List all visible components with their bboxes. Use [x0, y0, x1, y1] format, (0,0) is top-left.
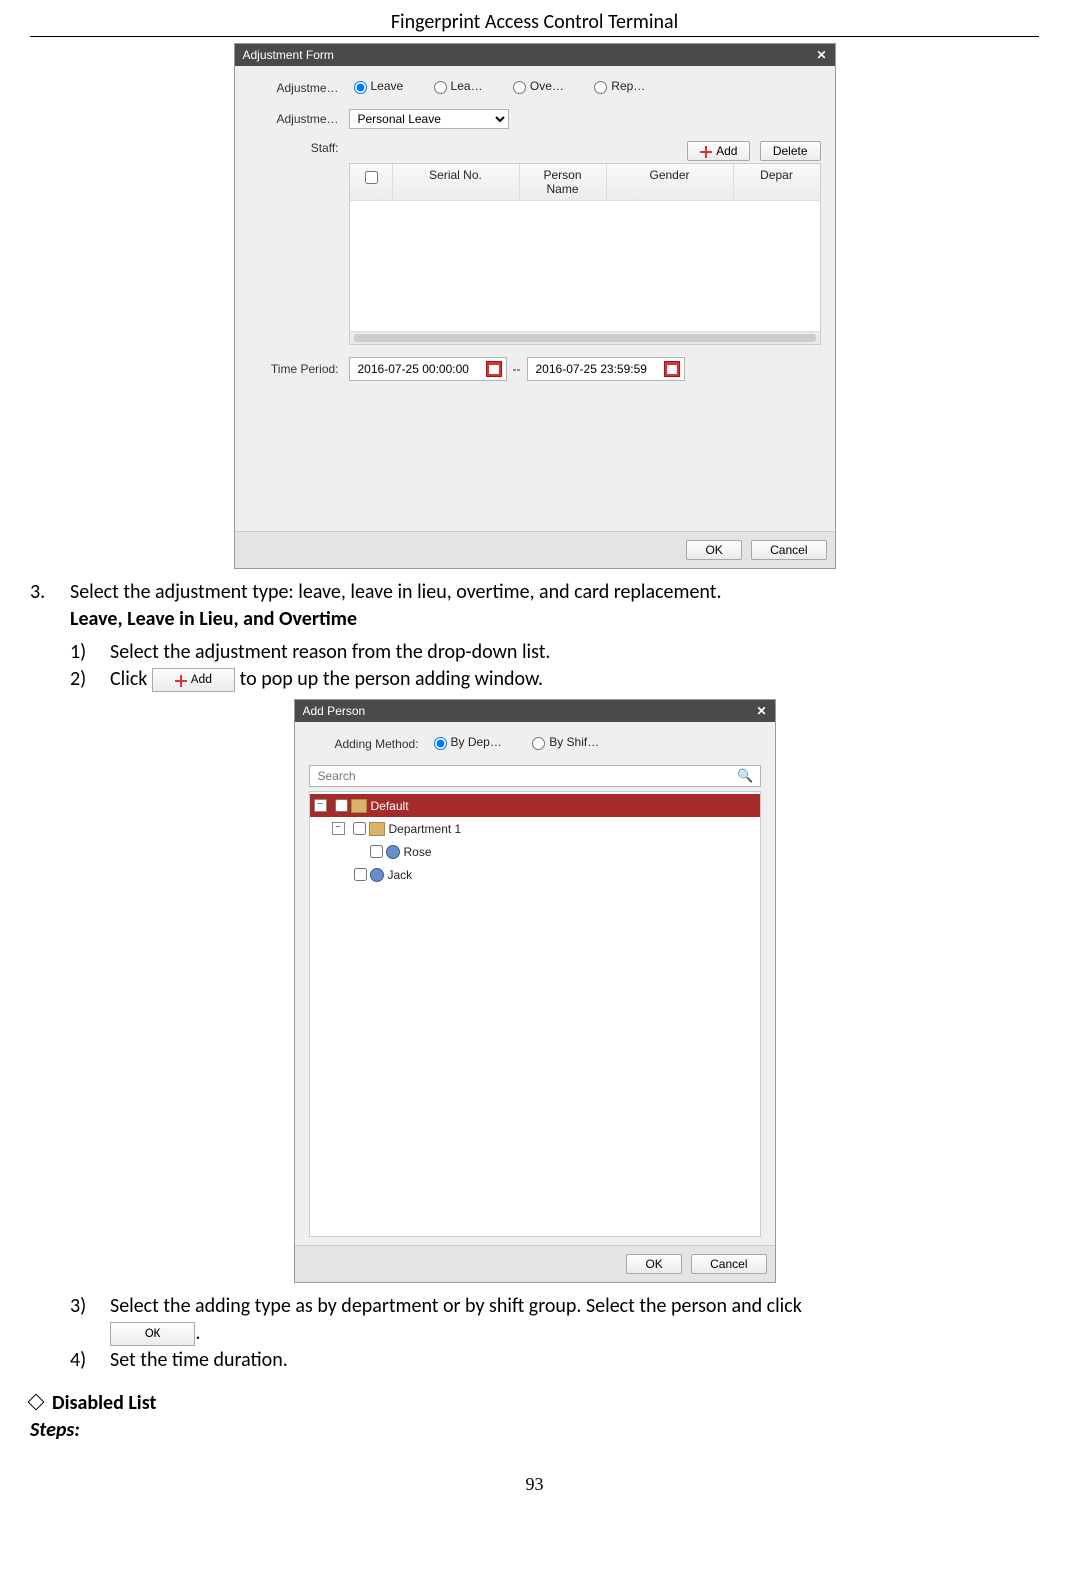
- select-all-checkbox[interactable]: [365, 171, 378, 184]
- time-to-field[interactable]: [527, 357, 685, 381]
- checkbox[interactable]: [370, 845, 383, 858]
- dialog-titlebar: Add Person ✕: [295, 700, 775, 722]
- calendar-icon[interactable]: [486, 361, 502, 377]
- radio-by-dept-input[interactable]: [434, 737, 447, 750]
- reason-dropdown[interactable]: Personal Leave: [349, 109, 509, 129]
- add-button[interactable]: Add: [687, 141, 750, 161]
- page-number: 93: [30, 1474, 1039, 1495]
- tree-node-person[interactable]: Rose: [310, 840, 760, 863]
- radio-by-dept[interactable]: By Dep…: [429, 734, 502, 750]
- radio-lea-input[interactable]: [434, 81, 447, 94]
- tree-node-person[interactable]: Jack: [310, 863, 760, 886]
- dialog-title-text: Add Person: [303, 704, 366, 718]
- diamond-bullet-icon: [28, 1394, 45, 1411]
- delete-button[interactable]: Delete: [760, 141, 821, 161]
- person-tree[interactable]: − Default − Department 1 Rose: [309, 791, 761, 1237]
- add-person-dialog: Add Person ✕ Adding Method: By Dep… By S…: [294, 699, 776, 1283]
- close-icon[interactable]: ✕: [816, 48, 826, 62]
- steps-label: Steps:: [30, 1417, 1039, 1444]
- radio-lea[interactable]: Lea…: [429, 78, 483, 94]
- close-icon[interactable]: ✕: [756, 704, 766, 718]
- radio-rep-input[interactable]: [594, 81, 607, 94]
- subheading: Leave, Leave in Lieu, and Overtime: [70, 607, 357, 631]
- radio-rep[interactable]: Rep…: [589, 78, 645, 94]
- staff-grid: Serial No. Person Name Gender Depar: [349, 163, 821, 345]
- collapse-icon[interactable]: −: [332, 822, 345, 835]
- folder-icon: [369, 822, 385, 836]
- radio-ove[interactable]: Ove…: [508, 78, 564, 94]
- step-3: Select the adjustment type: leave, leave…: [30, 579, 1039, 693]
- col-serial: Serial No.: [393, 164, 520, 200]
- inline-add-button: Add: [152, 668, 235, 692]
- search-icon: 🔍: [737, 768, 753, 784]
- radio-by-shift-input[interactable]: [532, 737, 545, 750]
- tree-node-default[interactable]: − Default: [310, 794, 760, 817]
- dialog-title-text: Adjustment Form: [243, 48, 334, 62]
- radio-ove-input[interactable]: [513, 81, 526, 94]
- page-title: Fingerprint Access Control Terminal: [30, 10, 1039, 37]
- col-gender: Gender: [607, 164, 734, 200]
- folder-icon: [351, 799, 367, 813]
- radio-leave-input[interactable]: [354, 81, 367, 94]
- substep-2: Click Add to pop up the person adding wi…: [70, 666, 1039, 693]
- col-name: Person Name: [520, 164, 607, 200]
- search-input[interactable]: [316, 768, 738, 784]
- ok-button[interactable]: OK: [686, 540, 741, 560]
- label-adjustment-type: Adjustme…: [249, 81, 349, 95]
- radio-by-shift[interactable]: By Shif…: [527, 734, 599, 750]
- col-depart: Depar: [734, 164, 820, 200]
- horizontal-scrollbar[interactable]: [350, 331, 820, 344]
- ok-button[interactable]: OK: [626, 1254, 681, 1274]
- search-box[interactable]: 🔍: [309, 765, 761, 787]
- section-disabled-list: Disabled List: [30, 1390, 1039, 1417]
- label-adding-method: Adding Method:: [309, 737, 429, 751]
- time-from-input[interactable]: [354, 359, 482, 379]
- checkbox[interactable]: [335, 799, 348, 812]
- calendar-icon[interactable]: [664, 361, 680, 377]
- adjustment-form-dialog: Adjustment Form ✕ Adjustme… Leave Lea… O…: [234, 43, 836, 569]
- substep-3: Select the adding type as by department …: [70, 1293, 1039, 1347]
- checkbox[interactable]: [354, 868, 367, 881]
- person-icon: [370, 868, 384, 882]
- cancel-button[interactable]: Cancel: [751, 540, 826, 560]
- label-time-period: Time Period:: [249, 362, 349, 376]
- plus-icon: [700, 146, 712, 158]
- plus-icon: [175, 675, 187, 687]
- checkbox[interactable]: [353, 822, 366, 835]
- label-adjustment-reason: Adjustme…: [249, 112, 349, 126]
- tree-node-department[interactable]: − Department 1: [310, 817, 760, 840]
- time-separator: --: [513, 362, 521, 376]
- label-staff: Staff:: [249, 141, 349, 155]
- inline-ok-button: OK: [110, 1322, 195, 1346]
- person-icon: [386, 845, 400, 859]
- substep-1: Select the adjustment reason from the dr…: [70, 639, 1039, 666]
- time-from-field[interactable]: [349, 357, 507, 381]
- time-to-input[interactable]: [532, 359, 660, 379]
- collapse-icon[interactable]: −: [314, 799, 327, 812]
- adjustment-type-radios: Leave Lea… Ove… Rep…: [349, 78, 668, 97]
- substep-4: Set the time duration.: [70, 1347, 1039, 1374]
- dialog-titlebar: Adjustment Form ✕: [235, 44, 835, 66]
- cancel-button[interactable]: Cancel: [691, 1254, 766, 1274]
- radio-leave[interactable]: Leave: [349, 78, 404, 94]
- grid-body: [350, 201, 820, 331]
